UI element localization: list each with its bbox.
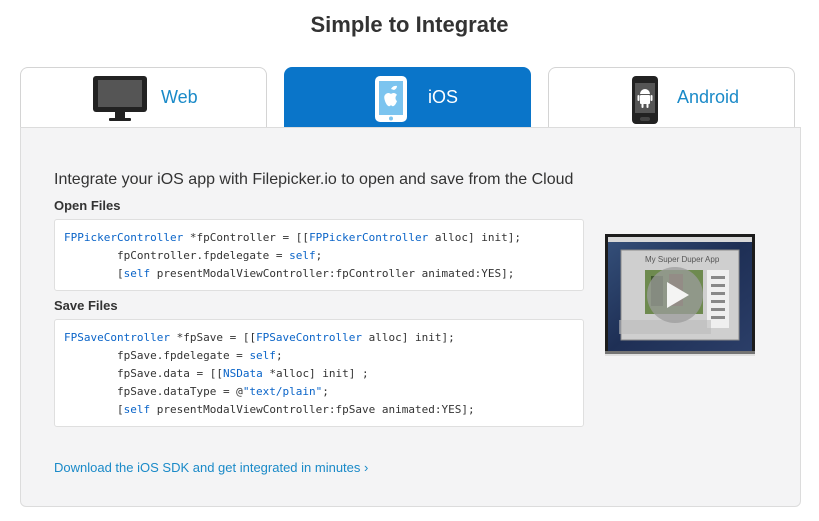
android-phone-icon (631, 75, 659, 130)
save-files-code[interactable]: FPSaveController *fpSave = [[FPSaveContr… (54, 319, 584, 427)
tab-android-label: Android (677, 87, 740, 107)
open-files-code[interactable]: FPPickerController *fpController = [[FPP… (54, 219, 584, 291)
tab-web-label: Web (161, 87, 198, 107)
tab-ios[interactable]: iOS (284, 67, 531, 128)
play-icon[interactable] (647, 267, 703, 323)
code-line: fpSave.fpdelegate = self; (64, 349, 283, 362)
demo-video-thumbnail[interactable]: My Super Duper App (605, 234, 755, 356)
code-line: FPPickerController *fpController = [[FPP… (64, 231, 521, 244)
code-line: fpController.fpdelegate = self; (64, 249, 323, 262)
video-screen-title: My Super Duper App (645, 255, 720, 264)
code-line: [self presentModalViewController:fpSave … (64, 403, 475, 416)
code-line: fpSave.data = [[NSData *alloc] init] ; (64, 367, 369, 380)
intro-text: Integrate your iOS app with Filepicker.i… (54, 171, 574, 188)
download-sdk-link[interactable]: Download the iOS SDK and get integrated … (54, 460, 368, 475)
tab-ios-label: iOS (428, 87, 459, 107)
monitor-icon (92, 75, 148, 128)
tab-web[interactable]: Web (20, 67, 267, 128)
ios-panel: Integrate your iOS app with Filepicker.i… (20, 127, 801, 507)
code-line: fpSave.dataType = @"text/plain"; (64, 385, 329, 398)
save-files-heading: Save Files (54, 298, 118, 313)
tab-android[interactable]: Android (548, 67, 795, 128)
code-line: [self presentModalViewController:fpContr… (64, 267, 515, 280)
page-title: Simple to Integrate (310, 12, 509, 37)
open-files-heading: Open Files (54, 198, 121, 213)
code-line: FPSaveController *fpSave = [[FPSaveContr… (64, 331, 455, 344)
apple-tablet-icon (373, 75, 409, 128)
